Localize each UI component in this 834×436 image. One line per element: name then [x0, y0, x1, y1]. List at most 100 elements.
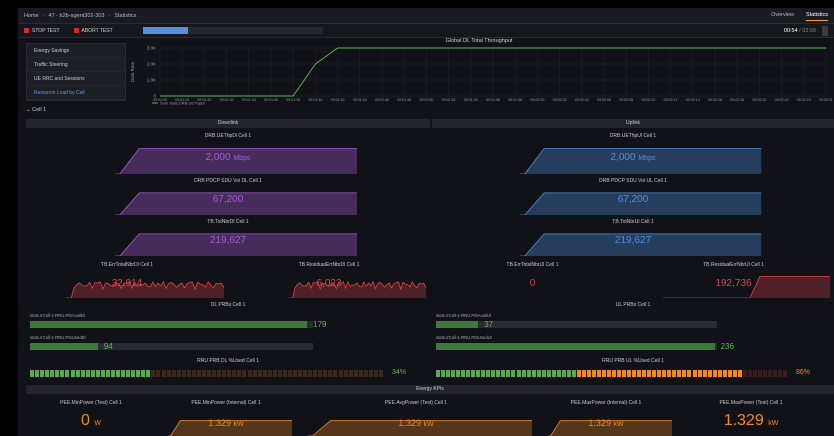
menu-item-ue-rrc[interactable]: UE RRC and Sessions: [27, 72, 125, 86]
uplink-rru-segment: [757, 370, 762, 377]
x-tick-label: 09:02:10: [641, 98, 655, 102]
downlink-rru-segment: [146, 370, 151, 377]
x-tick-label: 09:02:16: [708, 98, 722, 102]
global-throughput-chart: Global DL Total Throughput 0 1.0K 2.0K 3.0K…: [126, 38, 832, 106]
downlink-rru-segment: [191, 370, 196, 377]
downlink-prb-used-label: stats.rrCell-1-RRU.PrbUsedDl: [30, 335, 86, 340]
uplink-res-title: TB.ResidualErrNbrUl Cell 1: [703, 262, 764, 268]
uplink-rru-segment: [511, 370, 516, 377]
downlink-rru-segment: [141, 370, 146, 377]
uplink-rru-segment: [501, 370, 506, 377]
cell-section-toggle[interactable]: ⌄ Cell 1: [26, 107, 46, 113]
uplink-rru-segment: [692, 370, 697, 377]
uplink-rru-segment: [607, 370, 611, 377]
uplink-rru-segment: [591, 370, 596, 377]
downlink-rru-segment: [186, 370, 191, 377]
legend-label[interactable]: Sum stats.DRB.UEThpDl: [160, 101, 205, 106]
x-tick-label: 09:01:50: [419, 98, 433, 102]
uplink-rru-segment: [586, 370, 591, 377]
downlink-rru-percent: 34%: [392, 369, 407, 376]
uplink-rru-segment: [677, 370, 682, 377]
top-nav: Overview Statistics: [771, 10, 828, 21]
downlink-rru-segment: [90, 370, 95, 377]
menu-item-energy-savings[interactable]: Energy Savings: [27, 44, 125, 58]
x-tick-label: 09:01:36: [264, 98, 278, 102]
x-tick-label: 09:02:02: [553, 98, 567, 102]
x-tick-label: 09:02:04: [575, 98, 589, 102]
scrollbar[interactable]: [822, 25, 828, 36]
breadcrumb-bar: Home › 47 - b2b-agent302-303 › Statistic…: [18, 8, 834, 24]
downlink-res-title: TB.ResidualErrNbrDl Cell 1: [298, 262, 360, 268]
downlink-err-value-number: 32,914: [111, 278, 143, 289]
uplink-rru-segment: [702, 370, 707, 377]
x-tick-label: 09:02:20: [752, 98, 766, 102]
tab-overview[interactable]: Overview: [771, 10, 794, 21]
menu-item-traffic-steering[interactable]: Traffic Steering: [27, 58, 125, 72]
uplink-rru-segment: [441, 370, 445, 377]
uplink-rru-segment: [461, 370, 466, 377]
uplink-rru-segment: [667, 370, 672, 377]
energy-maxint-title: PEE.MaxPower (Internal) Cell 1: [570, 400, 642, 406]
downlink-tb-title: TB.TotNbrDl Cell 1: [207, 219, 249, 225]
downlink-rru-segment: [353, 370, 358, 377]
downlink-rru-segment: [282, 370, 287, 377]
uplink-rru-segment: [717, 370, 722, 377]
x-tick-label: 09:01:40: [308, 98, 322, 102]
uplink-rru-segment: [526, 370, 531, 377]
downlink-rru-segment: [373, 370, 378, 377]
stop-test-button[interactable]: STOP TEST: [24, 28, 60, 34]
stop-test-label: STOP TEST: [32, 27, 60, 34]
y-axis-label: Data Rate: [130, 61, 135, 82]
uplink-pdcp-title: DRB PDCP SDU Vol UL Cell 1: [599, 178, 667, 184]
uplink-rru-segment: [601, 370, 606, 377]
elapsed-time: 00:54: [783, 27, 798, 34]
uplink-rru-segment: [767, 370, 772, 377]
uplink-rru-segment: [536, 370, 541, 377]
downlink-rru-segment: [222, 370, 227, 377]
downlink-rru-bar: [30, 370, 384, 377]
breadcrumb-current: Statistics: [114, 12, 137, 19]
energy-maxint-value-unit: kW: [613, 421, 624, 428]
breadcrumb-test[interactable]: 47 - b2b-agent302-303: [49, 13, 105, 19]
uplink-rru-segment: [627, 370, 632, 377]
downlink-rru-segment: [151, 370, 156, 377]
energy-avg-value: 1.329 kW: [296, 418, 536, 428]
downlink-rru-segment: [333, 370, 338, 377]
uplink-rru-percent: 86%: [796, 369, 811, 376]
downlink-rru-segment: [212, 370, 217, 377]
x-tick-label: 09:02:12: [664, 98, 678, 102]
abort-test-label: ABORT TEST: [81, 27, 113, 34]
downlink-prb-used-fill: [30, 343, 98, 350]
uplink-rru-segment: [571, 370, 576, 377]
x-tick-label: 09:01:44: [353, 98, 367, 102]
uplink-rru-segment: [777, 370, 782, 377]
uplink-rru-segment: [687, 370, 692, 377]
abort-test-button[interactable]: ABORT TEST: [73, 27, 113, 34]
downlink-pdcp-value-number: 67,200: [212, 194, 244, 205]
downlink-rru-segment: [308, 370, 313, 377]
x-tick-label: 09:02:14: [686, 98, 700, 102]
downlink-rru-segment: [252, 370, 257, 377]
downlink-err-title: TB.ErrTotalNbrDl Cell 1: [101, 262, 153, 268]
x-tick-label: 09:01:32: [220, 98, 234, 102]
menu-item-resource-load[interactable]: Resource Load by Cell: [27, 86, 125, 100]
downlink-rru-segment: [55, 370, 60, 377]
throughput-chart-svg: 01.0K2.0K3.0K09:01:26 09:01:28 09:01:30 09:…: [130, 46, 832, 106]
downlink-tb-value: 219,627: [26, 235, 430, 246]
uplink-err-value-number: 0: [529, 278, 536, 289]
downlink-rru-segment: [80, 370, 85, 377]
downlink-pdcp-title: DRB PDCP SDU Vol DL Cell 1: [194, 178, 262, 184]
x-tick-label: 09:02:26: [819, 98, 832, 102]
breadcrumb-home[interactable]: Home: [24, 13, 39, 19]
control-bar: STOP TEST ABORT TEST 00:54 / 03:09: [18, 24, 834, 38]
uplink-prb-used-value: 236: [720, 342, 734, 351]
downlink-rru-segment: [267, 370, 272, 377]
downlink-rru-segment: [171, 370, 176, 377]
uplink-rru-segment: [541, 370, 546, 377]
uplink-rru-segment: [456, 370, 461, 377]
uplink-rru-segment: [662, 370, 667, 377]
downlink-header: Downlink: [26, 119, 430, 128]
uplink-rru-segment: [783, 370, 787, 377]
uplink-rru-segment: [622, 370, 627, 377]
tab-statistics[interactable]: Statistics: [805, 10, 828, 21]
